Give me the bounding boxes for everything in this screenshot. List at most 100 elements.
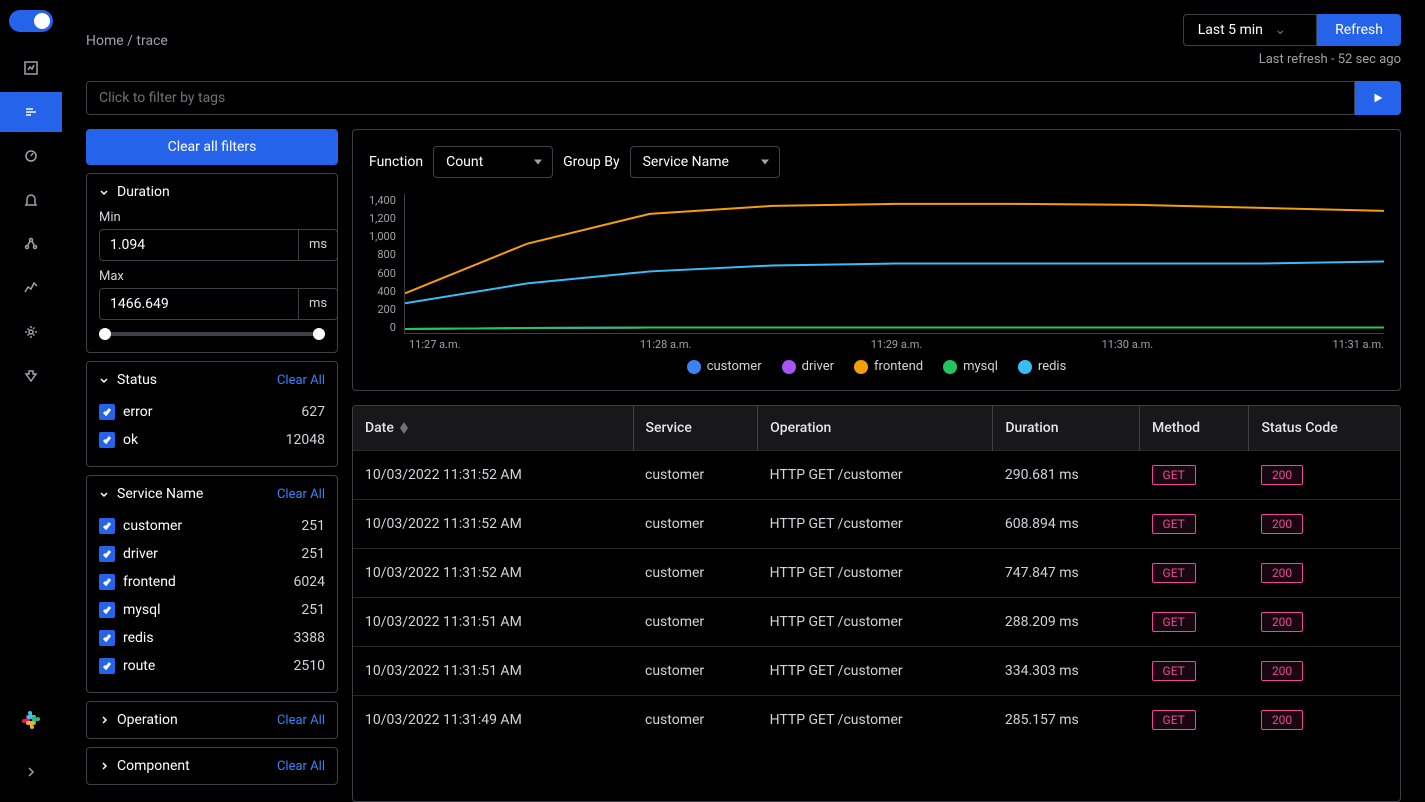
filter-section-operation: Operation Clear All — [86, 701, 338, 739]
nav-traces-icon[interactable] — [0, 92, 62, 132]
chart-plot-area — [404, 194, 1384, 334]
table-row[interactable]: 10/03/2022 11:31:52 AMcustomerHTTP GET /… — [353, 500, 1400, 549]
clear-all-filters-button[interactable]: Clear all filters — [86, 129, 338, 165]
component-section-toggle[interactable]: Component Clear All — [87, 748, 337, 784]
chevron-down-icon — [99, 187, 109, 197]
checkbox-label: redis — [123, 630, 154, 646]
chevron-right-icon — [99, 715, 109, 725]
filter-checkbox-row[interactable]: frontend6024 — [99, 568, 325, 596]
checkbox-label: error — [123, 404, 153, 420]
checkbox-label: mysql — [123, 602, 161, 618]
duration-min-input[interactable] — [99, 229, 299, 261]
filter-checkbox-row[interactable]: mysql251 — [99, 596, 325, 624]
table-header[interactable]: Method — [1140, 406, 1249, 451]
table-row[interactable]: 10/03/2022 11:31:49 AMcustomerHTTP GET /… — [353, 696, 1400, 745]
table-row[interactable]: 10/03/2022 11:31:51 AMcustomerHTTP GET /… — [353, 598, 1400, 647]
component-clear-all[interactable]: Clear All — [277, 759, 325, 774]
checkbox[interactable] — [99, 546, 115, 562]
status-clear-all[interactable]: Clear All — [277, 373, 325, 388]
chart-y-axis: 1,4001,2001,0008006004002000 — [369, 194, 404, 334]
tag-filter-input[interactable] — [86, 81, 1355, 115]
filter-checkbox-row[interactable]: customer251 — [99, 512, 325, 540]
filter-checkbox-row[interactable]: route 2510 — [99, 652, 325, 680]
duration-max-unit: ms — [299, 288, 338, 320]
table-header[interactable]: Operation — [758, 406, 993, 451]
checkbox-label: frontend — [123, 574, 176, 590]
checkbox[interactable] — [99, 574, 115, 590]
sidebar-nav — [0, 0, 62, 802]
duration-section-toggle[interactable]: Duration — [87, 174, 337, 210]
checkbox-count: 251 — [301, 518, 325, 534]
service-name-section-toggle[interactable]: Service Name Clear All — [87, 476, 337, 512]
slack-icon[interactable] — [19, 708, 43, 732]
theme-toggle[interactable] — [9, 10, 53, 32]
breadcrumb-home[interactable]: Home — [86, 33, 124, 49]
checkbox[interactable] — [99, 658, 115, 674]
legend-item[interactable]: redis — [1018, 359, 1066, 374]
table-header[interactable]: Service — [633, 406, 758, 451]
groupby-label: Group By — [563, 154, 620, 170]
method-badge: GET — [1152, 563, 1196, 583]
checkbox[interactable] — [99, 630, 115, 646]
table-header[interactable]: Status Code — [1249, 406, 1400, 451]
nav-usage-icon[interactable] — [0, 268, 62, 308]
nav-alerts-icon[interactable] — [0, 180, 62, 220]
table-row[interactable]: 10/03/2022 11:31:52 AMcustomerHTTP GET /… — [353, 451, 1400, 500]
checkbox-label: driver — [123, 546, 158, 562]
table-row[interactable]: 10/03/2022 11:31:51 AMcustomerHTTP GET /… — [353, 647, 1400, 696]
function-select[interactable]: Count — [433, 146, 553, 178]
filter-checkbox-row[interactable]: ok12048 — [99, 426, 325, 454]
method-badge: GET — [1152, 612, 1196, 632]
status-badge: 200 — [1261, 612, 1303, 632]
checkbox[interactable] — [99, 518, 115, 534]
filter-checkbox-row[interactable]: driver251 — [99, 540, 325, 568]
service-clear-all[interactable]: Clear All — [277, 487, 325, 502]
groupby-select[interactable]: Service Name — [630, 146, 780, 178]
chart-x-axis: 11:27 a.m.11:28 a.m.11:29 a.m.11:30 a.m.… — [369, 334, 1384, 359]
method-badge: GET — [1152, 514, 1196, 534]
traces-table: DateServiceOperationDurationMethodStatus… — [352, 405, 1401, 802]
time-range-select[interactable]: Last 5 min ⌄ — [1183, 14, 1317, 46]
legend-item[interactable]: mysql — [943, 359, 998, 374]
checkbox-count: 2510 — [294, 658, 325, 674]
min-label: Min — [99, 210, 325, 225]
chart-panel: Function Count Group By Service Name 1,4… — [352, 129, 1401, 391]
nav-dashboard-icon[interactable] — [0, 136, 62, 176]
nav-service-map-icon[interactable] — [0, 224, 62, 264]
checkbox-label: route — [123, 658, 155, 674]
chevron-right-icon — [99, 761, 109, 771]
method-badge: GET — [1152, 710, 1196, 730]
duration-slider[interactable] — [99, 332, 325, 336]
duration-max-input[interactable] — [99, 288, 299, 320]
legend-item[interactable]: customer — [687, 359, 762, 374]
chevron-down-icon — [99, 489, 109, 499]
status-badge: 200 — [1261, 710, 1303, 730]
filter-section-status: Status Clear All error627ok12048 — [86, 361, 338, 467]
legend-item[interactable]: frontend — [854, 359, 923, 374]
checkbox[interactable] — [99, 602, 115, 618]
nav-metrics-icon[interactable] — [0, 48, 62, 88]
function-label: Function — [369, 154, 423, 170]
legend-item[interactable]: driver — [782, 359, 834, 374]
nav-settings-icon[interactable] — [0, 312, 62, 352]
collapse-sidebar-icon[interactable] — [0, 752, 62, 792]
operation-section-toggle[interactable]: Operation Clear All — [87, 702, 337, 738]
table-row[interactable]: 10/03/2022 11:31:52 AMcustomerHTTP GET /… — [353, 549, 1400, 598]
refresh-button[interactable]: Refresh — [1317, 14, 1401, 46]
filter-checkbox-row[interactable]: error627 — [99, 398, 325, 426]
filter-checkbox-row[interactable]: redis3388 — [99, 624, 325, 652]
max-label: Max — [99, 269, 325, 284]
status-section-toggle[interactable]: Status Clear All — [87, 362, 337, 398]
nav-plugin-icon[interactable] — [0, 356, 62, 396]
table-header[interactable]: Date — [353, 406, 633, 451]
table-header[interactable]: Duration — [993, 406, 1140, 451]
filter-section-service-name: Service Name Clear All customer251driver… — [86, 475, 338, 693]
operation-clear-all[interactable]: Clear All — [277, 713, 325, 728]
checkbox[interactable] — [99, 404, 115, 420]
run-filter-button[interactable] — [1355, 81, 1401, 115]
checkbox[interactable] — [99, 432, 115, 448]
breadcrumb-current: trace — [136, 33, 167, 49]
checkbox-label: ok — [123, 432, 138, 448]
status-badge: 200 — [1261, 465, 1303, 485]
chevron-down-icon — [99, 375, 109, 385]
